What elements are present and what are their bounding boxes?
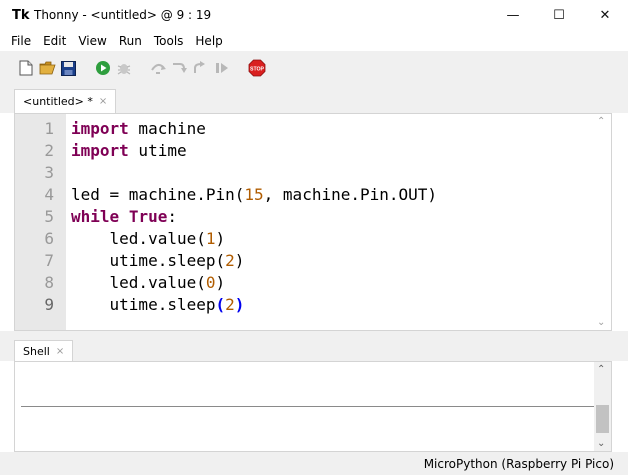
menu-help[interactable]: Help [188, 34, 227, 48]
run-button[interactable] [94, 59, 112, 77]
shell-panel[interactable]: ⌃ ⌄ [14, 361, 612, 452]
tab-close-icon[interactable]: × [99, 96, 107, 107]
toolbar: STOP [0, 51, 628, 85]
code-line[interactable]: while True: [71, 206, 437, 228]
keyword-token: import [71, 119, 129, 138]
number-token: 0 [205, 273, 216, 292]
new-file-icon [19, 60, 33, 76]
code-line[interactable]: led.value(1) [71, 228, 437, 250]
menu-tools[interactable]: Tools [147, 34, 189, 48]
line-number: 3 [44, 163, 54, 182]
step-out-button[interactable] [192, 59, 210, 77]
save-button[interactable] [59, 59, 77, 77]
line-number: 7 [44, 251, 54, 270]
tab-shell[interactable]: Shell × [14, 340, 74, 362]
code-token: ) [215, 229, 226, 248]
save-icon [60, 60, 76, 76]
menu-bar: File Edit View Run Tools Help [0, 31, 628, 51]
editor-tab-bar: <untitled> * × [0, 85, 628, 113]
shell-scroll-down-icon[interactable]: ⌄ [597, 438, 605, 449]
tab-untitled[interactable]: <untitled> * × [14, 89, 117, 113]
step-out-icon [194, 61, 205, 73]
code-token: , machine.Pin.OUT) [263, 185, 438, 204]
code-line[interactable]: led = machine.Pin(15, machine.Pin.OUT) [71, 184, 437, 206]
step-into-button[interactable] [171, 59, 189, 77]
line-number-current: 9 [44, 295, 54, 314]
number-token: 15 [244, 185, 264, 204]
line-number: 1 [44, 119, 54, 138]
run-icon [96, 61, 110, 75]
interpreter-status[interactable]: MicroPython (Raspberry Pi Pico) [424, 457, 614, 471]
keyword-token: import [71, 141, 129, 160]
line-number: 4 [44, 185, 54, 204]
open-file-button[interactable] [38, 59, 56, 77]
code-token: ) [234, 251, 245, 270]
number-token: 2 [225, 295, 235, 314]
resume-button[interactable] [213, 59, 231, 77]
status-bar: MicroPython (Raspberry Pi Pico) [0, 452, 628, 475]
menu-file[interactable]: File [0, 34, 36, 48]
menu-edit[interactable]: Edit [36, 34, 71, 48]
window-title: Thonny - <untitled> @ 9 : 19 [34, 8, 212, 22]
code-line[interactable]: import machine [71, 118, 437, 140]
tab-label: <untitled> * [23, 95, 93, 108]
stop-icon: STOP [248, 59, 266, 77]
code-line[interactable]: led.value(0) [71, 272, 437, 294]
number-token: 1 [205, 229, 216, 248]
shell-tab-close-icon[interactable]: × [56, 346, 64, 357]
code-token: utime.sleep( [71, 251, 226, 270]
minimize-button[interactable]: — [490, 0, 536, 31]
open-folder-icon [39, 61, 56, 75]
number-token: 2 [225, 251, 235, 270]
stop-icon-label: STOP [250, 66, 265, 72]
line-number-gutter: 1 2 3 4 5 6 7 8 9 [15, 114, 66, 330]
maximize-button[interactable]: ☐ [536, 0, 582, 31]
code-text[interactable]: import machine import utime led = machine… [71, 118, 437, 316]
line-number: 2 [44, 141, 54, 160]
debug-button[interactable] [115, 59, 133, 77]
scroll-up-icon[interactable]: ⌃ [597, 116, 605, 127]
code-token: led = machine.Pin( [71, 185, 245, 204]
keyword-token: True [128, 207, 168, 226]
debug-icon [117, 64, 131, 75]
stop-button[interactable]: STOP [248, 59, 266, 77]
code-line[interactable] [71, 162, 437, 184]
code-token: ( [215, 295, 226, 314]
code-token: utime [128, 141, 187, 160]
line-number: 5 [44, 207, 54, 226]
shell-tab-label: Shell [23, 345, 50, 358]
code-line[interactable]: utime.sleep(2) [71, 250, 437, 272]
scroll-down-icon[interactable]: ⌄ [597, 317, 605, 328]
code-token: ) [234, 295, 245, 314]
code-token: machine [128, 119, 206, 138]
menu-view[interactable]: View [71, 34, 111, 48]
shell-scrollbar[interactable]: ⌃ ⌄ [594, 362, 611, 451]
step-into-icon [173, 63, 187, 73]
shell-separator [21, 406, 595, 407]
code-token: led.value( [71, 273, 206, 292]
menu-run[interactable]: Run [112, 34, 147, 48]
code-token: : [167, 207, 177, 226]
code-token: utime.sleep [71, 295, 216, 314]
code-line[interactable]: import utime [71, 140, 437, 162]
close-button[interactable]: ✕ [582, 0, 628, 31]
keyword-token: while [71, 207, 120, 226]
shell-tab-bar: Shell × [0, 331, 628, 362]
step-over-icon [151, 64, 166, 74]
code-editor[interactable]: 1 2 3 4 5 6 7 8 9 import machine import u… [14, 113, 612, 331]
line-number: 8 [44, 273, 54, 292]
editor-scrollbar[interactable]: ⌃ ⌄ [594, 114, 611, 330]
step-over-button[interactable] [150, 59, 168, 77]
shell-scroll-thumb[interactable] [596, 405, 609, 433]
thonny-logo-icon: Tk [12, 8, 30, 23]
shell-scroll-up-icon[interactable]: ⌃ [597, 364, 605, 375]
code-token: ) [215, 273, 226, 292]
line-number: 6 [44, 229, 54, 248]
new-file-button[interactable] [17, 59, 35, 77]
code-line[interactable]: utime.sleep(2) [71, 294, 437, 316]
code-token: led.value( [71, 229, 206, 248]
resume-icon [216, 63, 228, 73]
title-bar: Tk Thonny - <untitled> @ 9 : 19 — ☐ ✕ [0, 0, 628, 31]
